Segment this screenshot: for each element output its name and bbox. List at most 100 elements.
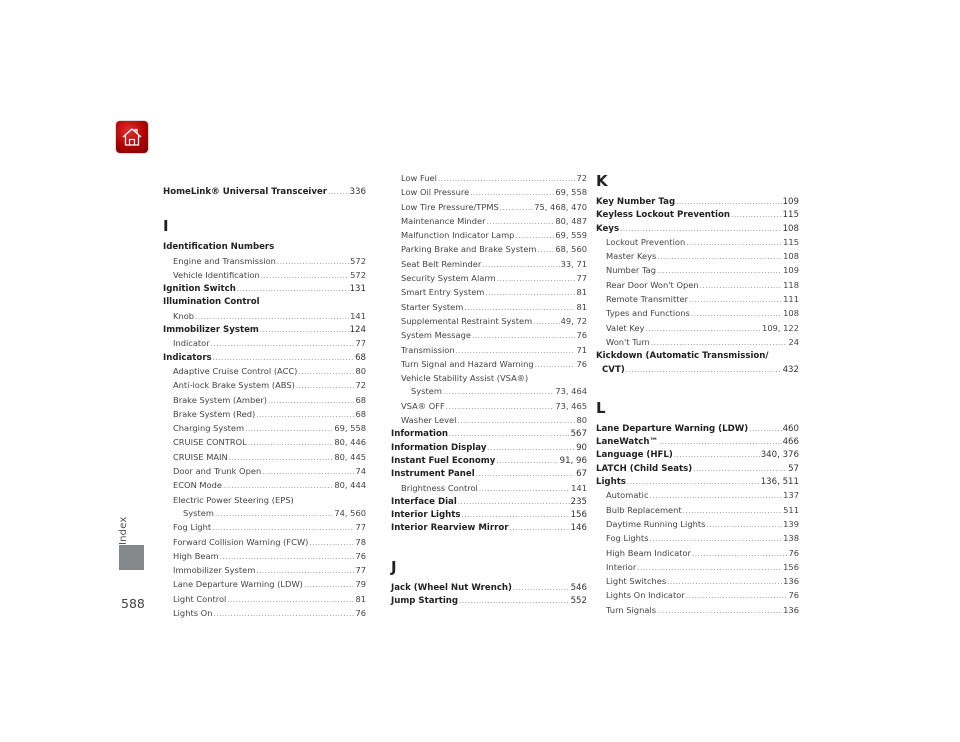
entry-pages[interactable]: 33, 71: [561, 258, 587, 271]
entry-pages[interactable]: 109: [783, 196, 799, 209]
index-entry[interactable]: Forward Collision Warning (FCW) 78: [163, 536, 366, 550]
entry-pages[interactable]: 136: [783, 604, 799, 617]
entry-pages[interactable]: 340, 376: [761, 449, 799, 462]
entry-pages[interactable]: 138: [783, 532, 799, 545]
entry-pages[interactable]: 572: [350, 255, 366, 268]
entry-pages[interactable]: 24: [788, 336, 799, 349]
index-entry[interactable]: HomeLink® Universal Transceiver 336: [163, 186, 366, 199]
index-entry[interactable]: Maintenance Minder 80, 487: [391, 215, 587, 229]
index-entry[interactable]: LaneWatch™ 466: [596, 436, 799, 449]
entry-pages[interactable]: 90: [576, 442, 587, 455]
index-entry[interactable]: Smart Entry System 81: [391, 286, 587, 300]
entry-pages[interactable]: 108: [783, 307, 799, 320]
home-button[interactable]: [116, 121, 148, 153]
index-entry[interactable]: Lockout Prevention 115: [596, 236, 799, 250]
index-entry[interactable]: Washer Level 80: [391, 414, 587, 428]
index-entry[interactable]: Interior Rearview Mirror 146: [391, 522, 587, 535]
index-entry[interactable]: Fog Lights 138: [596, 532, 799, 546]
index-entry[interactable]: Adaptive Cruise Control (ACC) 80: [163, 365, 366, 379]
entry-pages[interactable]: 141: [350, 310, 366, 323]
index-entry[interactable]: Lights On 76: [163, 607, 366, 621]
index-entry[interactable]: Indicator 77: [163, 337, 366, 351]
index-entry[interactable]: Door and Trunk Open 74: [163, 465, 366, 479]
entry-pages[interactable]: 67: [576, 468, 587, 481]
entry-pages[interactable]: 146: [571, 522, 587, 535]
index-entry[interactable]: CVT) 432: [596, 364, 799, 377]
entry-pages[interactable]: 511: [783, 504, 799, 517]
index-entry[interactable]: Supplemental Restraint System 49, 72: [391, 315, 587, 329]
entry-pages[interactable]: 77: [355, 564, 366, 577]
entry-pages[interactable]: 109: [783, 264, 799, 277]
entry-pages[interactable]: 76: [788, 589, 799, 602]
entry-pages[interactable]: 108: [783, 223, 799, 236]
entry-pages[interactable]: 49, 72: [561, 315, 587, 328]
entry-pages[interactable]: 109, 122: [762, 322, 799, 335]
index-entry[interactable]: Daytime Running Lights 139: [596, 518, 799, 532]
index-entry[interactable]: Types and Functions 108: [596, 307, 799, 321]
index-entry[interactable]: System 74, 560: [163, 507, 366, 521]
entry-pages[interactable]: 68, 560: [555, 243, 587, 256]
entry-pages[interactable]: 76: [788, 547, 799, 560]
entry-pages[interactable]: 68: [355, 408, 366, 421]
index-entry[interactable]: Vehicle Identification 572: [163, 269, 366, 283]
index-entry[interactable]: VSA® OFF 73, 465: [391, 400, 587, 414]
entry-pages[interactable]: 466: [783, 436, 799, 449]
index-entry[interactable]: Automatic 137: [596, 489, 799, 503]
index-entry[interactable]: Lane Departure Warning (LDW) 79: [163, 578, 366, 592]
entry-pages[interactable]: 156: [783, 561, 799, 574]
entry-pages[interactable]: 80, 446: [334, 436, 366, 449]
index-entry[interactable]: Starter System 81: [391, 301, 587, 315]
entry-pages[interactable]: 76: [576, 329, 587, 342]
index-entry[interactable]: Low Fuel 72: [391, 172, 587, 186]
index-entry[interactable]: Information Display 90: [391, 442, 587, 455]
entry-pages[interactable]: 115: [783, 209, 799, 222]
index-entry[interactable]: LATCH (Child Seats) 57: [596, 463, 799, 476]
index-entry[interactable]: Language (HFL) 340, 376: [596, 449, 799, 462]
entry-pages[interactable]: 156: [571, 509, 587, 522]
index-entry[interactable]: Lights 136, 511: [596, 476, 799, 489]
index-entry[interactable]: Key Number Tag 109: [596, 196, 799, 209]
entry-pages[interactable]: 72: [355, 379, 366, 392]
index-entry[interactable]: Brake System (Red) 68: [163, 408, 366, 422]
index-tab[interactable]: [119, 545, 144, 570]
entry-pages[interactable]: 77: [355, 521, 366, 534]
entry-pages[interactable]: 74: [355, 465, 366, 478]
index-entry[interactable]: CRUISE CONTROL 80, 446: [163, 436, 366, 450]
index-entry[interactable]: Immobilizer System 77: [163, 564, 366, 578]
index-entry[interactable]: Lane Departure Warning (LDW) 460: [596, 423, 799, 436]
entry-pages[interactable]: 69, 558: [555, 186, 587, 199]
index-entry[interactable]: Light Control 81: [163, 593, 366, 607]
entry-pages[interactable]: 111: [783, 293, 799, 306]
index-entry[interactable]: Low Oil Pressure 69, 558: [391, 186, 587, 200]
entry-pages[interactable]: 57: [788, 463, 799, 476]
entry-pages[interactable]: 432: [783, 364, 799, 377]
index-entry[interactable]: Turn Signal and Hazard Warning 76: [391, 358, 587, 372]
entry-pages[interactable]: 460: [783, 423, 799, 436]
index-entry[interactable]: Information 567: [391, 428, 587, 441]
entry-pages[interactable]: 567: [571, 428, 587, 441]
index-entry[interactable]: Low Tire Pressure/TPMS 75, 468, 470: [391, 201, 587, 215]
index-entry[interactable]: Immobilizer System 124: [163, 324, 366, 337]
index-entry[interactable]: Fog Light 77: [163, 521, 366, 535]
entry-pages[interactable]: 79: [355, 578, 366, 591]
index-entry[interactable]: Jump Starting 552: [391, 595, 587, 608]
entry-pages[interactable]: 81: [576, 301, 587, 314]
index-entry[interactable]: Keys 108: [596, 223, 799, 236]
entry-pages[interactable]: 76: [576, 358, 587, 371]
index-entry[interactable]: Malfunction Indicator Lamp 69, 559: [391, 229, 587, 243]
index-entry[interactable]: Security System Alarm 77: [391, 272, 587, 286]
index-entry[interactable]: Engine and Transmission 572: [163, 255, 366, 269]
index-entry[interactable]: Seat Belt Reminder 33, 71: [391, 258, 587, 272]
entry-pages[interactable]: 91, 96: [560, 455, 587, 468]
entry-pages[interactable]: 73, 464: [555, 385, 587, 398]
index-entry[interactable]: Brightness Control 141: [391, 482, 587, 496]
index-entry[interactable]: Instant Fuel Economy 91, 96: [391, 455, 587, 468]
entry-pages[interactable]: 77: [355, 337, 366, 350]
index-entry[interactable]: Turn Signals 136: [596, 604, 799, 618]
entry-pages[interactable]: 136: [783, 575, 799, 588]
entry-pages[interactable]: 118: [783, 279, 799, 292]
entry-pages[interactable]: 137: [783, 489, 799, 502]
entry-pages[interactable]: 572: [350, 269, 366, 282]
entry-pages[interactable]: 108: [783, 250, 799, 263]
entry-pages[interactable]: 77: [576, 272, 587, 285]
